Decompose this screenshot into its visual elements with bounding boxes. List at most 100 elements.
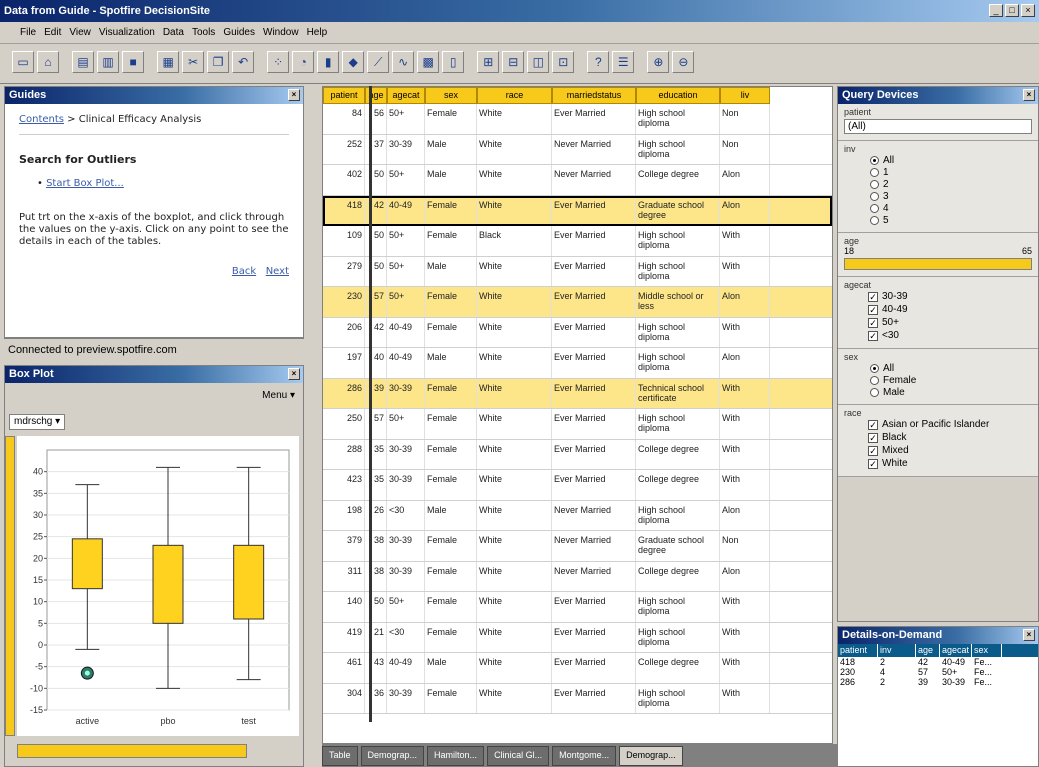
details-row[interactable]: 286 2 39 30-39 Fe...: [838, 677, 1038, 687]
close-pane-icon[interactable]: ×: [1023, 629, 1035, 641]
pie-chart-icon[interactable]: ◔: [292, 51, 315, 73]
contents-link[interactable]: Contents: [19, 114, 64, 125]
tile-icon[interactable]: ◫: [527, 51, 550, 73]
sex-option[interactable]: Male: [870, 386, 1032, 398]
table-row[interactable]: 198 26 <30 Male White Never Married High schoo…: [323, 500, 832, 531]
details-column-inv[interactable]: inv: [878, 644, 916, 657]
window-icon[interactable]: ▭: [12, 51, 34, 73]
column-header-marriedstatus[interactable]: marriedstatus: [552, 87, 636, 104]
column-header-race[interactable]: race: [477, 87, 552, 104]
inv-option[interactable]: 1: [870, 166, 1032, 178]
details-column-agecat[interactable]: agecat: [940, 644, 972, 657]
tab-0[interactable]: Table: [322, 746, 358, 766]
inv-option[interactable]: 3: [870, 190, 1032, 202]
table-row[interactable]: 288 35 30-39 Female White Ever Married College…: [323, 439, 832, 470]
column-header-agecat[interactable]: agecat: [387, 87, 425, 104]
table-row[interactable]: 379 38 30-39 Female White Never Married Gradua…: [323, 531, 832, 562]
sex-option[interactable]: All: [870, 362, 1032, 374]
zoom-out-icon[interactable]: ⊖: [672, 51, 695, 73]
inv-option[interactable]: All: [870, 154, 1032, 166]
column-header-patient[interactable]: patient: [323, 87, 365, 104]
window-title-bar[interactable]: Data from Guide - Spotfire DecisionSite: [0, 0, 1039, 22]
line-chart-icon[interactable]: ⟋: [367, 51, 390, 73]
3d-plot-icon[interactable]: ◆: [342, 51, 365, 73]
column-header-sex[interactable]: sex: [425, 87, 477, 104]
tab-4[interactable]: Montgome...: [552, 746, 617, 766]
sex-option[interactable]: Female: [870, 374, 1032, 386]
table-row[interactable]: 230 57 50+ Female White Ever Married Middle sc…: [323, 287, 832, 318]
box-plot-menu[interactable]: Menu ▾: [262, 390, 295, 401]
menu-edit[interactable]: Edit: [44, 27, 61, 38]
open-icon[interactable]: ▥: [97, 51, 120, 73]
tab-2[interactable]: Hamilton...: [427, 746, 485, 766]
close-pane-icon[interactable]: ×: [288, 368, 300, 380]
table-row[interactable]: 419 21 <30 Female White Ever Married High scho…: [323, 622, 832, 653]
agecat-option[interactable]: ✓ 30-39: [868, 290, 1032, 303]
table-row[interactable]: 109 50 50+ Female Black Ever Married High scho…: [323, 226, 832, 257]
details-column-age[interactable]: age: [916, 644, 940, 657]
query-icon[interactable]: ?: [587, 51, 610, 73]
details-column-sex[interactable]: sex: [972, 644, 1002, 657]
inv-option[interactable]: 2: [870, 178, 1032, 190]
race-option[interactable]: ✓ White: [868, 457, 1032, 470]
back-link[interactable]: Back: [232, 266, 256, 277]
table-row[interactable]: 402 50 50+ Male White Never Married College de…: [323, 165, 832, 196]
menu-data[interactable]: Data: [163, 27, 184, 38]
table-row[interactable]: 206 42 40-49 Female White Ever Married High sc…: [323, 317, 832, 348]
details-row[interactable]: 418 2 42 40-49 Fe...: [838, 657, 1038, 667]
menu-tools[interactable]: Tools: [192, 27, 215, 38]
table-icon[interactable]: ⊞: [477, 51, 500, 73]
open-data-icon[interactable]: ▤: [72, 51, 95, 73]
zoom-icon[interactable]: ⊕: [647, 51, 670, 73]
close-pane-icon[interactable]: ×: [288, 89, 300, 101]
list-icon[interactable]: ☰: [612, 51, 635, 73]
table-row[interactable]: 197 40 40-49 Male White Ever Married High scho…: [323, 348, 832, 379]
save-icon[interactable]: ■: [122, 51, 145, 73]
menu-view[interactable]: View: [69, 27, 91, 38]
start-box-plot-link[interactable]: Start Box Plot...: [46, 178, 124, 189]
agecat-option[interactable]: ✓ 50+: [868, 316, 1032, 329]
tab-3[interactable]: Clinical Gl...: [487, 746, 550, 766]
patient-value[interactable]: (All): [844, 119, 1032, 134]
histogram-icon[interactable]: ▯: [442, 51, 465, 73]
bar-chart-icon[interactable]: ▮: [317, 51, 340, 73]
menu-file[interactable]: File: [20, 27, 36, 38]
menu-guides[interactable]: Guides: [223, 27, 255, 38]
horizontal-slider[interactable]: [17, 744, 247, 758]
table-row[interactable]: 423 35 30-39 Female White Ever Married College…: [323, 470, 832, 501]
vertical-slider[interactable]: [5, 436, 15, 736]
table-row[interactable]: 418 42 40-49 Female White Ever Married Graduat…: [323, 195, 832, 226]
race-option[interactable]: ✓ Black: [868, 431, 1032, 444]
menu-visualization[interactable]: Visualization: [99, 27, 155, 38]
table-row[interactable]: 140 50 50+ Female White Ever Married High scho…: [323, 592, 832, 623]
close-pane-icon[interactable]: ×: [1023, 89, 1035, 101]
next-link[interactable]: Next: [266, 266, 289, 277]
heatmap-icon[interactable]: ▩: [417, 51, 440, 73]
agecat-option[interactable]: ✓ <30: [868, 329, 1032, 342]
column-header-education[interactable]: education: [636, 87, 720, 104]
table-row[interactable]: 286 39 30-39 Female White Ever Married Technic…: [323, 378, 832, 409]
cut-icon[interactable]: ✂: [182, 51, 205, 73]
print-icon[interactable]: ▦: [157, 51, 180, 73]
copy-icon[interactable]: ❐: [207, 51, 230, 73]
menu-window[interactable]: Window: [263, 27, 299, 38]
agecat-option[interactable]: ✓ 40-49: [868, 303, 1032, 316]
y-axis-selector[interactable]: mdrschg ▾: [9, 414, 66, 430]
close-button[interactable]: ×: [1021, 4, 1035, 17]
table-row[interactable]: 304 36 30-39 Female White Ever Married High sc…: [323, 683, 832, 714]
race-option[interactable]: ✓ Mixed: [868, 444, 1032, 457]
table-row[interactable]: 252 37 30-39 Male White Never Married High sch…: [323, 134, 832, 165]
column-header-liv[interactable]: liv: [720, 87, 770, 104]
table-row[interactable]: 279 50 50+ Male White Ever Married High school…: [323, 256, 832, 287]
table-row[interactable]: 84 56 50+ Female White Ever Married High schoo…: [323, 104, 832, 135]
tab-1[interactable]: Demograp...: [360, 746, 425, 766]
table-row[interactable]: 250 57 50+ Female White Ever Married High scho…: [323, 409, 832, 440]
details-column-patient[interactable]: patient: [838, 644, 878, 657]
maximize-button[interactable]: □: [1005, 4, 1019, 17]
age-range-slider[interactable]: [844, 258, 1032, 270]
undo-icon[interactable]: ↶: [232, 51, 255, 73]
details-row[interactable]: 230 4 57 50+ Fe...: [838, 667, 1038, 677]
table-row[interactable]: 461 43 40-49 Male White Ever Married College d…: [323, 653, 832, 684]
home-icon[interactable]: ⌂: [37, 51, 59, 73]
scatter-plot-icon[interactable]: ⁘: [267, 51, 290, 73]
